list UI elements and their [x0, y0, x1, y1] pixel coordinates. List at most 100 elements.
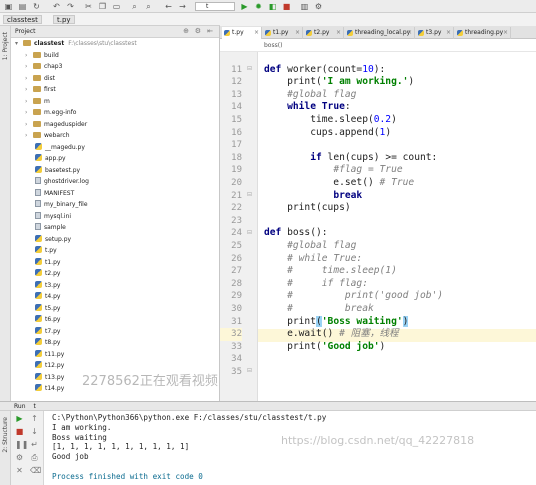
- chevron-right-icon[interactable]: ›: [25, 73, 33, 84]
- run-config-label[interactable]: t: [33, 403, 35, 410]
- chevron-right-icon[interactable]: ›: [25, 84, 33, 95]
- tree-folder[interactable]: › webarch: [25, 130, 70, 141]
- tree-file[interactable]: t4.py: [35, 291, 60, 302]
- tree-folder[interactable]: › mageduspider: [25, 119, 87, 130]
- soft-wrap-icon[interactable]: ↵: [30, 440, 39, 449]
- project-tool-button[interactable]: 1: Project: [2, 32, 9, 60]
- editor-tab[interactable]: t2.py ×: [304, 27, 344, 39]
- chevron-right-icon[interactable]: ›: [25, 50, 33, 61]
- forward-icon[interactable]: →: [178, 2, 187, 11]
- tree-folder[interactable]: › dist: [25, 73, 55, 84]
- tree-file[interactable]: setup.py: [35, 234, 71, 245]
- tree-file[interactable]: t2.py: [35, 268, 60, 279]
- chevron-right-icon[interactable]: ›: [25, 107, 33, 118]
- tree-file[interactable]: t1.py: [35, 257, 60, 268]
- scroll-up-icon[interactable]: ↑: [30, 414, 39, 423]
- settings-icon[interactable]: ⚙: [195, 27, 201, 35]
- tree-file[interactable]: t8.py: [35, 337, 60, 348]
- tree-file[interactable]: my_binary_file: [35, 199, 88, 210]
- tree-folder[interactable]: › m.egg-info: [25, 107, 76, 118]
- nav-crumb-file[interactable]: t.py: [53, 15, 75, 24]
- close-icon[interactable]: ×: [254, 27, 259, 39]
- chevron-right-icon[interactable]: ›: [25, 96, 33, 107]
- hide-panel-icon[interactable]: ⇤: [207, 27, 213, 35]
- tree-file[interactable]: t11.py: [35, 349, 64, 360]
- chevron-right-icon[interactable]: ›: [25, 61, 33, 72]
- debug-icon[interactable]: ✹: [254, 2, 263, 11]
- close-icon[interactable]: ×: [407, 27, 412, 39]
- chevron-right-icon[interactable]: ›: [25, 119, 33, 130]
- replace-icon[interactable]: ⌕: [144, 2, 153, 11]
- tree-folder[interactable]: › m: [25, 96, 50, 107]
- stop-icon[interactable]: ■: [15, 427, 24, 436]
- line-number: 28: [231, 278, 242, 289]
- tree-folder[interactable]: › first: [25, 84, 56, 95]
- print-icon[interactable]: ⎙: [30, 453, 39, 462]
- breadcrumb-function[interactable]: boss(): [264, 42, 282, 49]
- tree-file[interactable]: app.py: [35, 153, 66, 164]
- rerun-icon[interactable]: ▶: [15, 414, 24, 423]
- tree-file[interactable]: t6.py: [35, 314, 60, 325]
- tree-file[interactable]: sample: [35, 222, 66, 233]
- editor-tab[interactable]: t3.py ×: [416, 27, 454, 39]
- editor-tab[interactable]: t1.py ×: [263, 27, 303, 39]
- collapse-all-icon[interactable]: ⊕: [183, 27, 189, 35]
- close-icon[interactable]: ×: [336, 27, 341, 39]
- copy-icon[interactable]: ❐: [98, 2, 107, 11]
- fold-icon[interactable]: ⊟: [247, 367, 252, 374]
- undo-icon[interactable]: ↶: [52, 2, 61, 11]
- save-icon[interactable]: ▤: [18, 2, 27, 11]
- close-icon[interactable]: ×: [446, 27, 451, 39]
- run-tab-label[interactable]: Run: [14, 403, 26, 410]
- open-icon[interactable]: ▣: [4, 2, 13, 11]
- code-editor[interactable]: def worker(count=10): print('I am workin…: [258, 52, 536, 401]
- tree-file[interactable]: __magedu.py: [35, 142, 85, 153]
- editor-tab[interactable]: t.py ×: [222, 27, 262, 39]
- pause-icon[interactable]: ❚❚: [15, 440, 28, 449]
- tree-file[interactable]: t3.py: [35, 280, 60, 291]
- paste-icon[interactable]: ▭: [112, 2, 121, 11]
- project-panel-title[interactable]: Project: [15, 28, 36, 35]
- tree-file[interactable]: t12.py: [35, 360, 64, 371]
- run-console[interactable]: C:\Python\Python366\python.exe F:/classe…: [44, 411, 536, 485]
- tree-file[interactable]: mysql.ini: [35, 211, 71, 222]
- find-icon[interactable]: ⌕: [130, 2, 139, 11]
- run-icon[interactable]: ▶: [240, 2, 249, 11]
- clear-icon[interactable]: ⌫: [30, 466, 41, 475]
- coverage-icon[interactable]: ◧: [268, 2, 277, 11]
- tree-file[interactable]: t.py: [35, 245, 57, 256]
- tree-file[interactable]: t7.py: [35, 326, 60, 337]
- structure-tool-button[interactable]: 2: Structure: [2, 417, 9, 453]
- tree-file[interactable]: t14.py: [35, 383, 64, 394]
- tree-file[interactable]: basetest.py: [35, 165, 80, 176]
- run-config-select[interactable]: t: [195, 2, 235, 11]
- nav-crumb-project[interactable]: classtest: [3, 15, 42, 24]
- tree-file[interactable]: MANIFEST: [35, 188, 74, 199]
- tree-file[interactable]: t13.py: [35, 372, 64, 383]
- cut-icon[interactable]: ✂: [84, 2, 93, 11]
- chevron-down-icon[interactable]: ▾: [15, 38, 23, 49]
- tree-folder[interactable]: › chap3: [25, 61, 62, 72]
- settings-icon[interactable]: ⚙: [314, 2, 323, 11]
- editor-tab[interactable]: threading.py ×: [455, 27, 511, 39]
- close-icon[interactable]: ×: [295, 27, 300, 39]
- tree-file[interactable]: t5.py: [35, 303, 60, 314]
- settings-icon[interactable]: ⚙: [15, 453, 24, 462]
- close-icon[interactable]: ×: [503, 27, 508, 39]
- chevron-right-icon[interactable]: ›: [25, 130, 33, 141]
- line-number: 32: [220, 328, 242, 341]
- stop-icon[interactable]: ■: [282, 2, 291, 11]
- vcs-icon[interactable]: ▥: [300, 2, 309, 11]
- back-icon[interactable]: ←: [164, 2, 173, 11]
- fold-icon[interactable]: ⊟: [247, 191, 252, 198]
- close-icon[interactable]: ✕: [15, 466, 24, 475]
- redo-icon[interactable]: ↷: [66, 2, 75, 11]
- fold-icon[interactable]: ⊟: [247, 229, 252, 236]
- editor-tab[interactable]: threading_local.py ×: [345, 27, 415, 39]
- scroll-down-icon[interactable]: ↓: [30, 427, 39, 436]
- tree-file[interactable]: ghostdriver.log: [35, 176, 89, 187]
- fold-icon[interactable]: ⊟: [247, 65, 252, 72]
- sync-icon[interactable]: ↻: [32, 2, 41, 11]
- tree-root-classtest[interactable]: ▾ classtest F:\classes\stu\classtest: [15, 38, 137, 49]
- tree-folder[interactable]: › build: [25, 50, 59, 61]
